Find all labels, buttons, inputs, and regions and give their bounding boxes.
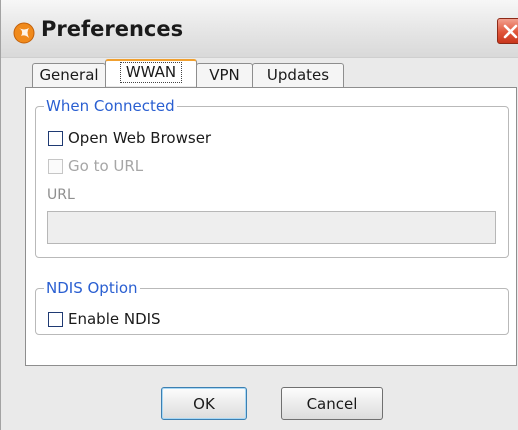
tab-general[interactable]: General: [32, 63, 106, 87]
wwan-panel: When Connected Open Web Browser Go to UR…: [25, 87, 517, 366]
tab-vpn[interactable]: VPN: [196, 63, 253, 87]
open-web-browser-label[interactable]: Open Web Browser: [68, 129, 211, 147]
preferences-window: Preferences General WWAN VPN Updates Whe…: [0, 0, 518, 430]
url-input[interactable]: [47, 211, 496, 244]
close-button[interactable]: [497, 18, 518, 44]
enable-ndis-checkbox[interactable]: [48, 312, 63, 327]
ok-button[interactable]: OK: [161, 387, 247, 420]
tab-updates-label: Updates: [266, 66, 330, 84]
go-to-url-checkbox[interactable]: [48, 159, 63, 174]
title-bar[interactable]: Preferences: [1, 0, 518, 58]
tab-updates[interactable]: Updates: [252, 63, 344, 87]
ndis-option-title: NDIS Option: [44, 279, 140, 297]
open-web-browser-checkbox[interactable]: [48, 131, 63, 146]
url-label: URL: [47, 187, 75, 203]
cancel-button[interactable]: Cancel: [281, 387, 383, 420]
close-x-icon: [503, 24, 518, 39]
tab-wwan-label: WWAN: [119, 62, 183, 83]
tab-wwan[interactable]: WWAN: [105, 59, 197, 86]
when-connected-title: When Connected: [44, 97, 177, 115]
go-to-url-label[interactable]: Go to URL: [68, 157, 143, 175]
enable-ndis-label[interactable]: Enable NDIS: [68, 310, 161, 328]
tab-vpn-label: VPN: [209, 66, 240, 84]
tab-general-label: General: [39, 66, 99, 84]
window-title: Preferences: [41, 17, 184, 41]
app-icon: [13, 22, 35, 44]
